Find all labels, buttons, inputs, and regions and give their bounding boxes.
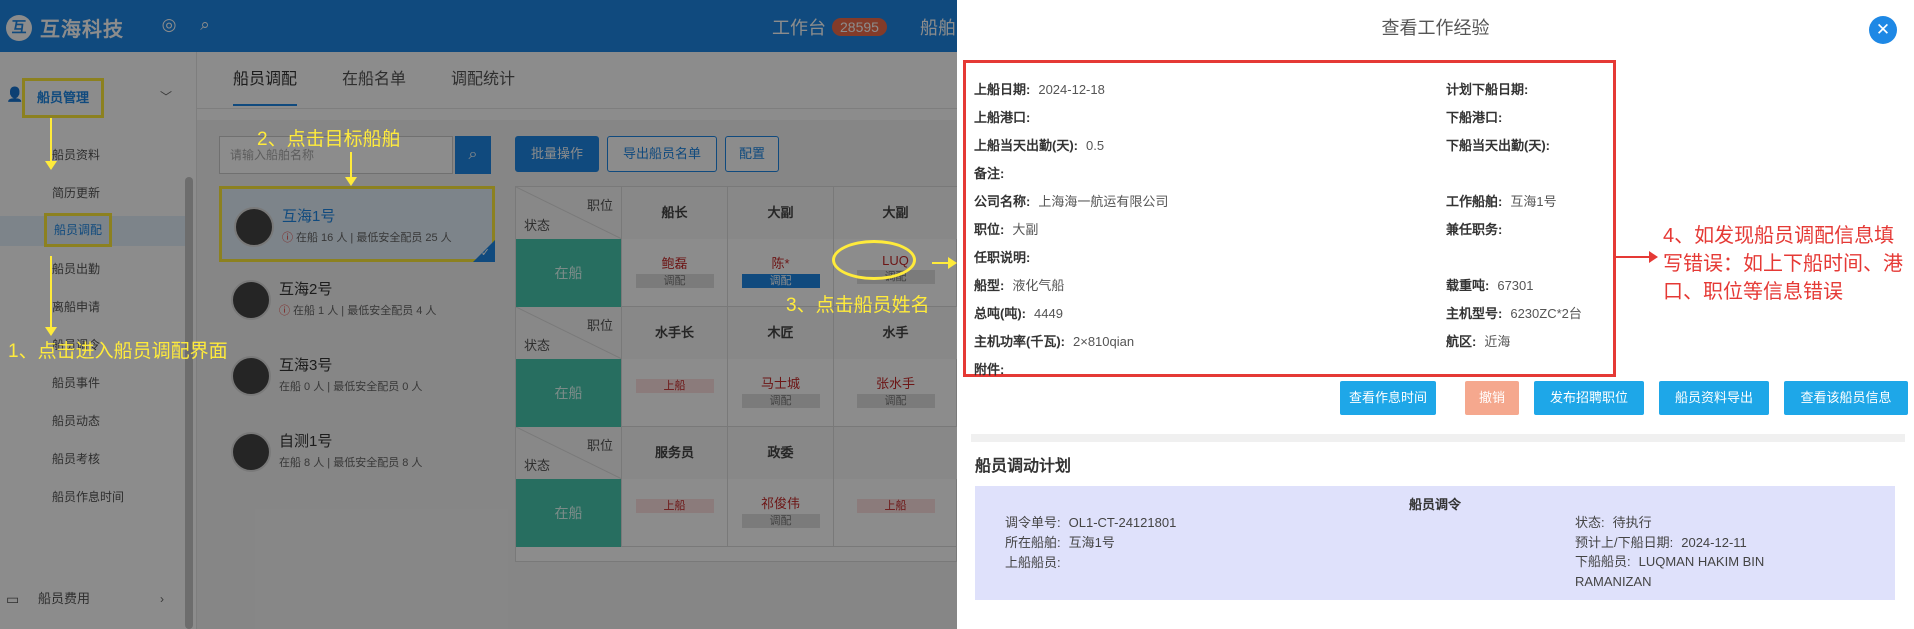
field-label: 主机型号: bbox=[1446, 306, 1503, 321]
field-company: 公司名称: 上海海一航运有限公司 bbox=[974, 191, 1168, 210]
field-label: 船型: bbox=[974, 278, 1005, 293]
field-label: 附件: bbox=[974, 362, 1005, 377]
field-planned-leave-date: 计划下船日期: bbox=[1446, 79, 1536, 98]
field-label: 职位: bbox=[974, 222, 1005, 237]
field-deadweight: 载重吨: 67301 bbox=[1446, 275, 1534, 294]
plan-section-title: 船员调动计划 bbox=[975, 458, 1072, 475]
work-experience-drawer: 查看工作经验 ✕ 上船日期: 2024-12-18 上船港口: 上船当天出勤(天)… bbox=[957, 0, 1914, 629]
field-navigation-area: 航区: 近海 bbox=[1446, 331, 1510, 350]
arrow-down-icon bbox=[345, 152, 357, 186]
field-label: 航区: bbox=[1446, 334, 1477, 349]
annotation-step1: 1、点击进入船员调配界面 bbox=[8, 341, 228, 362]
field-label: 下船船员: bbox=[1575, 554, 1631, 569]
field-value: 大副 bbox=[1012, 222, 1039, 237]
annotation-step4: 4、如发现船员调配信息填写错误：如上下船时间、港口、职位等信息错误 bbox=[1663, 225, 1903, 303]
field-label: 公司名称: bbox=[974, 194, 1031, 209]
field-board-day-attendance: 上船当天出勤(天): 0.5 bbox=[974, 135, 1104, 154]
field-label: 上船船员: bbox=[1005, 555, 1061, 570]
close-button[interactable]: ✕ bbox=[1869, 16, 1897, 44]
field-value: 0.5 bbox=[1086, 138, 1105, 153]
field-value: 液化气船 bbox=[1012, 278, 1065, 293]
field-label: 任职说明: bbox=[974, 250, 1031, 265]
field-label: 上船港口: bbox=[974, 110, 1031, 125]
post-recruitment-button[interactable]: 发布招聘职位 bbox=[1534, 381, 1644, 415]
field-position-desc: 任职说明: bbox=[974, 247, 1038, 266]
field-label: 备注: bbox=[974, 166, 1005, 181]
field-label: 下船当天出勤(天): bbox=[1446, 138, 1550, 153]
field-attachments: 附件: bbox=[974, 359, 1012, 378]
arrow-right-icon bbox=[1614, 251, 1658, 263]
crew-order-card: 船员调令 调令单号: OL1-CT-24121801 所在船舶: 互海1号 上船船员… bbox=[975, 486, 1895, 600]
field-value: 待执行 bbox=[1612, 515, 1652, 530]
view-rest-time-button[interactable]: 查看作息时间 bbox=[1340, 381, 1436, 415]
view-crew-info-button[interactable]: 查看该船员信息 bbox=[1784, 381, 1908, 415]
field-ship-type: 船型: 液化气船 bbox=[974, 275, 1064, 294]
field-value: 67301 bbox=[1497, 278, 1534, 293]
highlight-oval bbox=[832, 240, 916, 280]
field-work-ship: 工作船舶: 互海1号 bbox=[1446, 191, 1557, 210]
field-label: 调令单号: bbox=[1005, 515, 1061, 530]
field-label: 状态: bbox=[1575, 515, 1605, 530]
order-number: 调令单号: OL1-CT-24121801 bbox=[1005, 512, 1176, 531]
arrow-right-icon bbox=[932, 257, 957, 269]
field-value: 2024-12-18 bbox=[1038, 82, 1105, 97]
field-value: 上海海一航运有限公司 bbox=[1038, 194, 1169, 209]
order-card-heading: 船员调令 bbox=[1408, 497, 1461, 512]
field-value: 互海1号 bbox=[1510, 194, 1557, 209]
order-date: 预计上/下船日期: 2024-12-11 bbox=[1575, 532, 1747, 551]
field-gross-tonnage: 总吨(吨): 4449 bbox=[974, 303, 1063, 322]
annotation-step2: 2、点击目标船舶 bbox=[257, 129, 401, 150]
field-remark: 备注: bbox=[974, 163, 1012, 182]
annotation-step3: 3、点击船员姓名 bbox=[786, 295, 930, 316]
order-offboard-crew: 下船船员: LUQMAN HAKIM BIN RAMANIZAN bbox=[1575, 552, 1805, 592]
field-label: 计划下船日期: bbox=[1446, 82, 1529, 97]
field-label: 下船港口: bbox=[1446, 110, 1503, 125]
field-value: OL1-CT-24121801 bbox=[1068, 515, 1177, 530]
field-label: 上船当天出勤(天): bbox=[974, 138, 1078, 153]
field-board-port: 上船港口: bbox=[974, 107, 1038, 126]
order-onboard-crew: 上船船员: bbox=[1005, 552, 1069, 571]
arrow-down-icon bbox=[45, 256, 57, 336]
field-value: 2×810qian bbox=[1073, 334, 1135, 349]
field-label: 预计上/下船日期: bbox=[1575, 535, 1674, 550]
field-value: 互海1号 bbox=[1068, 535, 1115, 550]
field-label: 工作船舶: bbox=[1446, 194, 1503, 209]
field-position: 职位: 大副 bbox=[974, 219, 1038, 238]
field-engine-power: 主机功率(千瓦): 2×810qian bbox=[974, 331, 1134, 350]
field-label: 兼任职务: bbox=[1446, 222, 1503, 237]
field-leave-day-attendance: 下船当天出勤(天): bbox=[1446, 135, 1558, 154]
field-label: 所在船舶: bbox=[1005, 535, 1061, 550]
order-status: 状态: 待执行 bbox=[1575, 512, 1652, 531]
order-ship: 所在船舶: 互海1号 bbox=[1005, 532, 1115, 551]
field-value: 6230ZC*2台 bbox=[1510, 306, 1582, 321]
field-leave-port: 下船港口: bbox=[1446, 107, 1510, 126]
field-concurrent-duty: 兼任职务: bbox=[1446, 219, 1510, 238]
field-label: 总吨(吨): bbox=[974, 306, 1026, 321]
field-board-date: 上船日期: 2024-12-18 bbox=[974, 79, 1105, 98]
field-engine-model: 主机型号: 6230ZC*2台 bbox=[1446, 303, 1582, 322]
field-value: 2024-12-11 bbox=[1681, 535, 1747, 550]
revoke-button[interactable]: 撤销 bbox=[1465, 381, 1519, 415]
experience-details: 上船日期: 2024-12-18 上船港口: 上船当天出勤(天): 0.5 备注: … bbox=[963, 60, 1616, 377]
drawer-title: 查看工作经验 bbox=[1381, 18, 1490, 38]
close-icon: ✕ bbox=[1875, 20, 1891, 39]
field-label: 主机功率(千瓦): bbox=[974, 334, 1065, 349]
export-crew-profile-button[interactable]: 船员资料导出 bbox=[1659, 381, 1769, 415]
section-divider bbox=[971, 434, 1905, 442]
arrow-down-icon bbox=[45, 118, 57, 170]
field-value: 4449 bbox=[1034, 306, 1063, 321]
field-label: 载重吨: bbox=[1446, 278, 1490, 293]
field-label: 上船日期: bbox=[974, 82, 1031, 97]
field-value: 近海 bbox=[1484, 334, 1511, 349]
